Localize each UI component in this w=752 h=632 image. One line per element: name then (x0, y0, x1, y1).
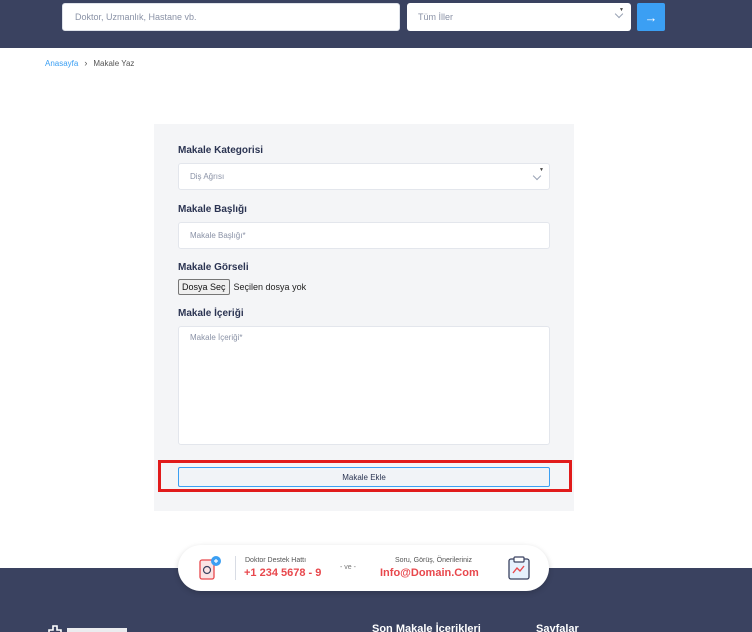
footer-articles-heading: Son Makale İçerikleri (372, 623, 481, 632)
footer-pages-heading: Sayfalar (536, 623, 579, 632)
select-caret-icon: ▼ (539, 167, 544, 173)
city-select-value: Tüm İller (418, 12, 454, 22)
choose-file-button[interactable]: Dosya Seç (178, 279, 230, 295)
breadcrumb-current: Makale Yaz (93, 58, 135, 68)
feedback-label: Soru, Görüş, Önerileriniz (395, 557, 473, 564)
contact-connector: - ve - (340, 564, 356, 571)
highlight-box (158, 460, 572, 492)
search-submit-button[interactable]: → (637, 3, 665, 31)
chevron-down-icon (532, 171, 542, 181)
breadcrumb-home-link[interactable]: Anasayfa (45, 59, 78, 68)
title-input[interactable]: Makale Başlığı* (178, 222, 550, 249)
phone-support-icon (197, 555, 223, 581)
category-label: Makale Kategorisi (178, 145, 264, 156)
image-label: Makale Görseli (178, 262, 249, 273)
support-label: Doktor Destek Hattı (245, 557, 307, 564)
article-form: Makale Kategorisi Diş Ağrısı ▼ Makale Ba… (154, 124, 574, 511)
content-textarea[interactable]: Makale İçeriği* (178, 326, 550, 445)
arrow-right-icon: → (644, 9, 658, 25)
title-input-placeholder: Makale Başlığı* (190, 231, 246, 240)
category-select-value: Diş Ağrısı (190, 172, 225, 181)
file-status: Seçilen dosya yok (233, 282, 307, 292)
support-phone[interactable]: +1 234 5678 - 9 (244, 567, 321, 579)
footer-logo (47, 622, 137, 632)
city-select[interactable]: Tüm İller ▼ (407, 3, 631, 31)
feedback-email[interactable]: Info@Domain.Com (380, 567, 479, 579)
breadcrumb-separator-icon: › (84, 58, 88, 68)
top-header: Tüm İller ▼ → (0, 0, 752, 48)
file-upload: Dosya Seç Seçilen dosya yok (178, 279, 306, 295)
content-label: Makale İçeriği (178, 308, 244, 319)
title-label: Makale Başlığı (178, 204, 247, 215)
pill-divider (235, 556, 236, 580)
clipboard-icon (506, 555, 532, 581)
search-input[interactable] (62, 3, 400, 31)
content-textarea-placeholder: Makale İçeriği* (190, 333, 243, 342)
category-select[interactable]: Diş Ağrısı ▼ (178, 163, 550, 190)
breadcrumb: Anasayfa › Makale Yaz (45, 58, 134, 68)
contact-pill: Doktor Destek Hattı +1 234 5678 - 9 - ve… (178, 545, 549, 591)
